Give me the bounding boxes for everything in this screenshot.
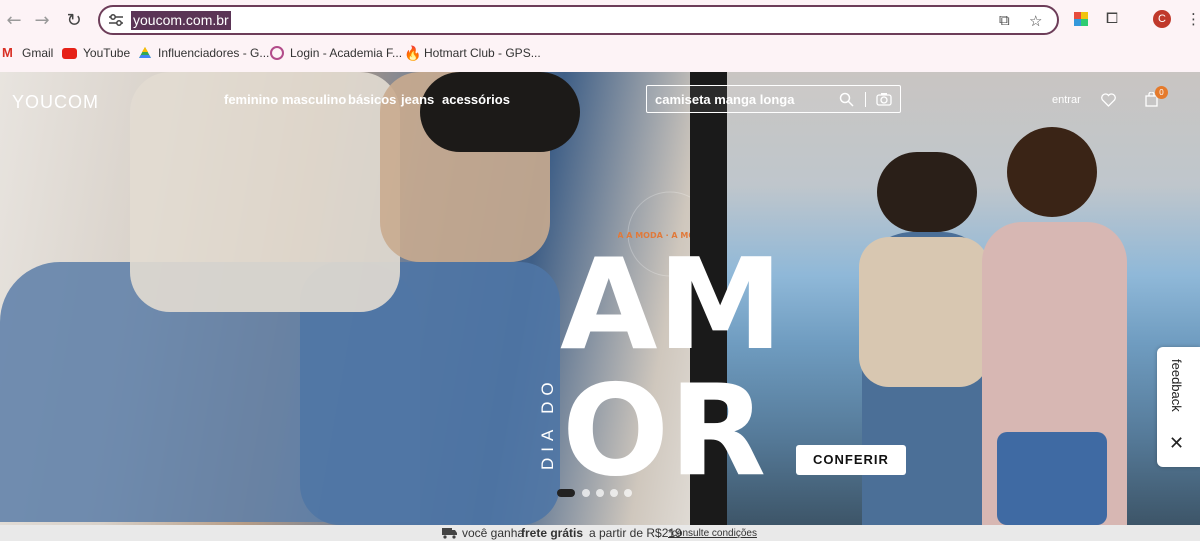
youcom-page: VC TRANSFORMA A MODA · A MODA TRANSFORMA… — [0, 72, 1200, 541]
google-drive-icon — [139, 47, 151, 58]
youcom-logo[interactable]: YOUCOM — [12, 92, 99, 113]
truck-icon — [442, 528, 457, 539]
carousel-dot[interactable] — [582, 489, 590, 497]
carousel-dot[interactable] — [596, 489, 604, 497]
nav-basicos[interactable]: básicos — [348, 92, 396, 107]
carousel-dot-active[interactable] — [557, 489, 575, 497]
bookmark-label: Influenciadores - G... — [158, 46, 270, 60]
shipping-bar: você ganha frete grátis a partir de R$21… — [0, 525, 1200, 541]
gmail-icon: M — [2, 45, 13, 60]
bookmark-star-icon[interactable]: ☆ — [1029, 12, 1042, 30]
hero-vertical-text: DIA DO — [538, 376, 557, 470]
install-app-icon[interactable]: ⧉ — [999, 12, 1010, 29]
menu-icon[interactable]: ⋮ — [1186, 10, 1200, 28]
reload-icon[interactable]: ↻ — [62, 8, 86, 32]
shipping-free-label: frete grátis — [521, 526, 584, 540]
url-text[interactable]: youcom.com.br — [131, 11, 231, 30]
forward-icon[interactable]: → — [30, 8, 54, 32]
search-value[interactable]: camiseta manga longa — [655, 92, 794, 107]
nav-acessorios[interactable]: acessórios — [442, 92, 510, 107]
bookmark-influenciadores[interactable]: Influenciadores - G... — [138, 45, 269, 61]
feedback-tab[interactable]: feedback ✕ — [1157, 347, 1200, 467]
heart-icon[interactable] — [1101, 93, 1116, 107]
conferir-button[interactable]: CONFERIR — [796, 445, 906, 475]
cart-count-badge: 0 — [1155, 86, 1168, 99]
carousel-dot[interactable] — [610, 489, 618, 497]
bookmark-gmail[interactable]: M Gmail — [2, 45, 53, 61]
shipping-conditions-link[interactable]: *consulte condições — [668, 528, 757, 539]
site-settings-icon[interactable] — [108, 13, 124, 27]
academia-icon — [270, 46, 284, 60]
bookmark-label: Gmail — [22, 46, 54, 60]
back-icon[interactable]: ← — [2, 8, 26, 32]
bookmark-label: Hotmart Club - GPS... — [424, 46, 541, 60]
extensions-icon[interactable]: ⧠ — [1106, 10, 1118, 27]
youtube-icon — [62, 47, 77, 59]
nav-masculino[interactable]: masculino — [282, 92, 346, 107]
search-icon[interactable] — [839, 92, 854, 107]
hero-headline-line1: AM — [560, 231, 783, 378]
hero-headline-line2: OR — [562, 357, 767, 504]
browser-chrome: ← → ↻ youcom.com.br ⧉ ☆ ⧠ C ⋮ M Gmail Yo… — [0, 0, 1200, 72]
bookmark-login-academia[interactable]: Login - Academia F... — [270, 45, 402, 61]
nav-jeans[interactable]: jeans — [401, 92, 434, 107]
feedback-label[interactable]: feedback — [1169, 359, 1184, 412]
login-link[interactable]: entrar — [1052, 94, 1081, 106]
nav-feminino[interactable]: feminino — [224, 92, 278, 107]
bookmark-hotmart[interactable]: 🔥 Hotmart Club - GPS... — [404, 45, 541, 61]
close-icon[interactable]: ✕ — [1169, 433, 1184, 454]
hotmart-flame-icon: 🔥 — [404, 45, 422, 61]
camera-icon[interactable] — [876, 92, 892, 106]
carousel-dot[interactable] — [624, 489, 632, 497]
profile-avatar[interactable]: C — [1153, 10, 1171, 28]
bookmark-label: Login - Academia F... — [290, 46, 403, 60]
bookmarks-bar: M Gmail YouTube Influenciadores - G... L… — [0, 41, 1200, 65]
shipping-prefix: você ganha — [462, 526, 525, 540]
bookmark-label: YouTube — [83, 46, 131, 60]
color-palette-icon[interactable] — [1073, 11, 1089, 27]
address-bar[interactable]: youcom.com.br ⧉ ☆ — [98, 5, 1059, 35]
site-search-input[interactable]: camiseta manga longa — [646, 85, 901, 113]
bookmark-youtube[interactable]: YouTube — [62, 45, 130, 61]
